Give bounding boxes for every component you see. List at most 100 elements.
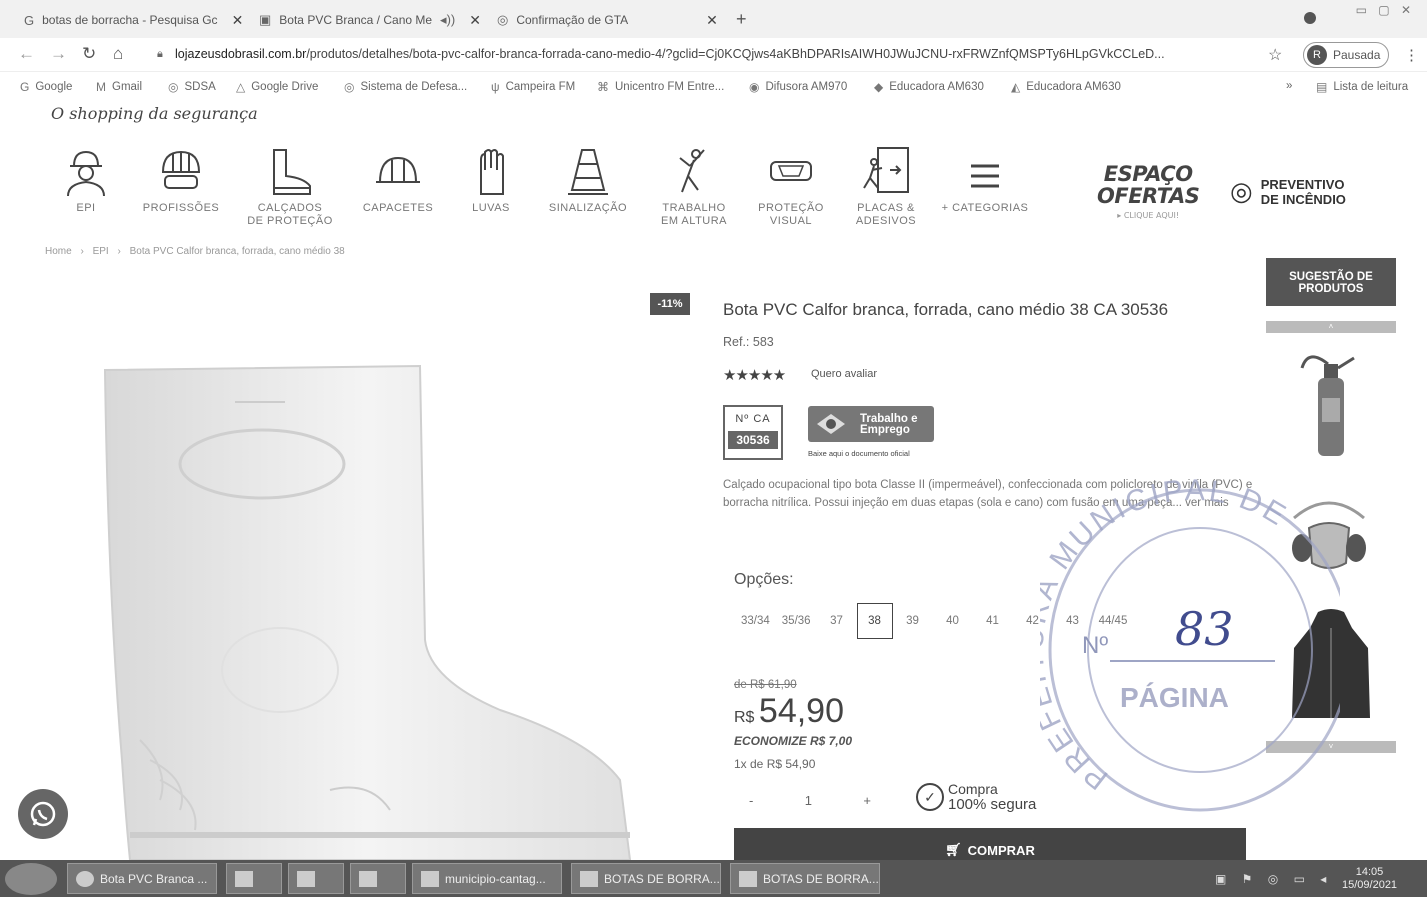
- size-option-selected[interactable]: 38: [856, 603, 893, 639]
- size-option[interactable]: 33/34: [735, 603, 776, 639]
- start-button[interactable]: [5, 863, 57, 895]
- menu-icon[interactable]: ⋮: [1404, 46, 1419, 64]
- breadcrumb-separator: ›: [117, 246, 121, 257]
- suggestions-header: SUGESTÃO DE PRODUTOS: [1266, 258, 1396, 306]
- breadcrumb-home[interactable]: Home: [45, 246, 72, 257]
- new-tab-button[interactable]: +: [736, 9, 747, 30]
- url-field[interactable]: lojazeusdobrasil.com.br/produtos/detalhe…: [175, 47, 1255, 61]
- quantity-input[interactable]: 1: [805, 793, 812, 808]
- category-protecao-visual[interactable]: PROTEÇÃO VISUAL: [741, 146, 841, 228]
- extinguisher-thumbnail[interactable]: [1298, 348, 1358, 460]
- category-label: + CATEGORIAS: [941, 202, 1029, 214]
- suggestion-title: SUGESTÃO DE: [1289, 271, 1373, 283]
- bookmark-item[interactable]: ◎ SDSA: [168, 80, 216, 94]
- espaco-ofertas-link[interactable]: ESPAÇO OFERTAS ▸ CLIQUE AQUI!: [1097, 163, 1200, 220]
- size-option[interactable]: 42: [1013, 603, 1053, 639]
- bookmark-item[interactable]: △ Google Drive: [236, 80, 318, 94]
- boot-icon: [273, 149, 311, 195]
- document-link[interactable]: Baixe aqui o documento oficial: [808, 449, 910, 458]
- bookmark-label: Gmail: [112, 81, 143, 93]
- emprego-label: Emprego: [860, 424, 910, 436]
- trabalho-emprego-badge[interactable]: Trabalho e Emprego: [808, 406, 934, 442]
- size-option[interactable]: 44/45: [1093, 603, 1134, 639]
- category-placas[interactable]: PLACAS & ADESIVOS: [836, 146, 936, 228]
- bookmark-item[interactable]: ⌘ Unicentro FM Entre...: [597, 80, 724, 94]
- profile-button[interactable]: R Pausada: [1303, 42, 1389, 68]
- category-trabalho-altura[interactable]: TRABALHO EM ALTURA: [644, 146, 744, 228]
- breadcrumb-epi[interactable]: EPI: [93, 246, 109, 257]
- tab-google-search[interactable]: G botas de borracha - Pesquisa Gc ✕: [24, 8, 243, 32]
- bookmark-item[interactable]: ψ Campeira FM: [491, 80, 575, 94]
- suggestions-down-button[interactable]: ˅: [1266, 741, 1396, 753]
- close-icon[interactable]: ✕: [232, 12, 244, 29]
- jacket-thumbnail[interactable]: [1290, 608, 1372, 728]
- preventivo-incendio-link[interactable]: ◎ PREVENTIVO DE INCÊNDIO: [1230, 176, 1346, 207]
- size-option[interactable]: 39: [893, 603, 933, 639]
- rating-stars[interactable]: ★★★★★: [723, 366, 786, 384]
- audio-icon[interactable]: ◂)): [440, 12, 455, 28]
- clock[interactable]: 14:05 15/09/2021: [1342, 866, 1397, 892]
- whatsapp-button[interactable]: [18, 789, 68, 839]
- category-luvas[interactable]: LUVAS: [441, 146, 541, 215]
- taskbar-item-doc[interactable]: BOTAS DE BORRA...: [571, 863, 721, 894]
- price-value: 54,90: [758, 692, 844, 730]
- quantity-plus-button[interactable]: +: [863, 793, 871, 808]
- size-option[interactable]: 41: [973, 603, 1013, 639]
- tab-gta[interactable]: ◎ Confirmação de GTA ✕: [497, 8, 718, 32]
- drive-icon: △: [236, 80, 246, 94]
- forward-icon[interactable]: →: [50, 44, 67, 64]
- category-epi[interactable]: EPI: [36, 146, 136, 215]
- taskbar-item-doc[interactable]: BOTAS DE BORRA...: [730, 863, 880, 894]
- bookmark-star-icon[interactable]: ☆: [1268, 45, 1282, 65]
- tab-label: Confirmação de GTA: [516, 13, 629, 27]
- bookmark-item[interactable]: G Google: [20, 80, 72, 94]
- category-sinalizacao[interactable]: SINALIZAÇÃO: [538, 146, 638, 215]
- size-option[interactable]: 40: [933, 603, 973, 639]
- bookmark-item[interactable]: ◎ Sistema de Defesa...: [344, 80, 467, 94]
- lock-icon[interactable]: 🔒︎: [157, 48, 163, 61]
- suggestions-up-button[interactable]: ˄: [1266, 321, 1396, 333]
- size-option[interactable]: 43: [1053, 603, 1093, 639]
- reading-list-button[interactable]: ▤ Lista de leitura: [1316, 80, 1408, 94]
- bookmark-item[interactable]: M Gmail: [96, 80, 142, 94]
- reload-icon[interactable]: ↻: [82, 44, 96, 64]
- media-icon: [297, 870, 315, 887]
- taskbar-label: Bota PVC Branca ...: [100, 871, 208, 886]
- size-option[interactable]: 35/36: [776, 603, 817, 639]
- bookmark-item[interactable]: ◆ Educadora AM630: [874, 80, 984, 94]
- glove-icon: [480, 149, 504, 195]
- product-image[interactable]: [30, 340, 690, 860]
- category-label: LUVAS: [472, 202, 510, 214]
- buy-button[interactable]: 🛒︎ COMPRAR: [734, 828, 1246, 860]
- category-mais[interactable]: + CATEGORIAS: [935, 146, 1035, 215]
- window-controls[interactable]: ▭ ▢ ✕: [1356, 3, 1415, 17]
- size-option[interactable]: 37: [817, 603, 857, 639]
- taskbar-item-media[interactable]: [288, 863, 344, 894]
- category-calcados[interactable]: CALÇADOS DE PROTEÇÃO: [240, 146, 340, 228]
- taskbar-item-explorer[interactable]: [226, 863, 282, 894]
- installments-text: 1x de R$ 54,90: [734, 757, 816, 771]
- home-icon[interactable]: ⌂: [113, 44, 123, 64]
- breadcrumb: Home › EPI › Bota PVC Calfor branca, for…: [45, 246, 351, 257]
- taskbar-item-word[interactable]: [350, 863, 406, 894]
- close-icon[interactable]: ✕: [469, 12, 481, 29]
- bookmark-item[interactable]: ◭ Educadora AM630: [1011, 80, 1121, 94]
- back-icon[interactable]: ←: [18, 44, 35, 64]
- taskbar-item-chrome[interactable]: Bota PVC Branca ...: [67, 863, 217, 894]
- more-bookmarks-button[interactable]: »: [1286, 80, 1292, 92]
- site-tagline: O shopping da segurança: [51, 104, 258, 123]
- category-capacetes[interactable]: CAPACETES: [348, 146, 448, 215]
- rate-link[interactable]: Quero avaliar: [811, 368, 877, 380]
- close-icon[interactable]: ✕: [706, 12, 718, 29]
- category-profissoes[interactable]: PROFISSÕES: [131, 146, 231, 215]
- bookmark-item[interactable]: ◉ Difusora AM970: [749, 80, 847, 94]
- taskbar-item-folder[interactable]: municipio-cantag...: [412, 863, 562, 894]
- system-tray-icons[interactable]: ▣ ⚑ ◎ ▭ ◂: [1215, 872, 1332, 886]
- respirator-thumbnail[interactable]: [1284, 488, 1374, 578]
- quantity-minus-button[interactable]: -: [749, 793, 753, 808]
- goggles-icon: [770, 161, 812, 181]
- bookmark-label: Sistema de Defesa...: [360, 81, 468, 93]
- old-price: de R$ 61,90: [734, 679, 797, 691]
- tab-product[interactable]: ▣ Bota PVC Branca / Cano Me ◂)) ✕: [259, 8, 481, 32]
- url-domain: lojazeusdobrasil.com.br: [175, 47, 307, 61]
